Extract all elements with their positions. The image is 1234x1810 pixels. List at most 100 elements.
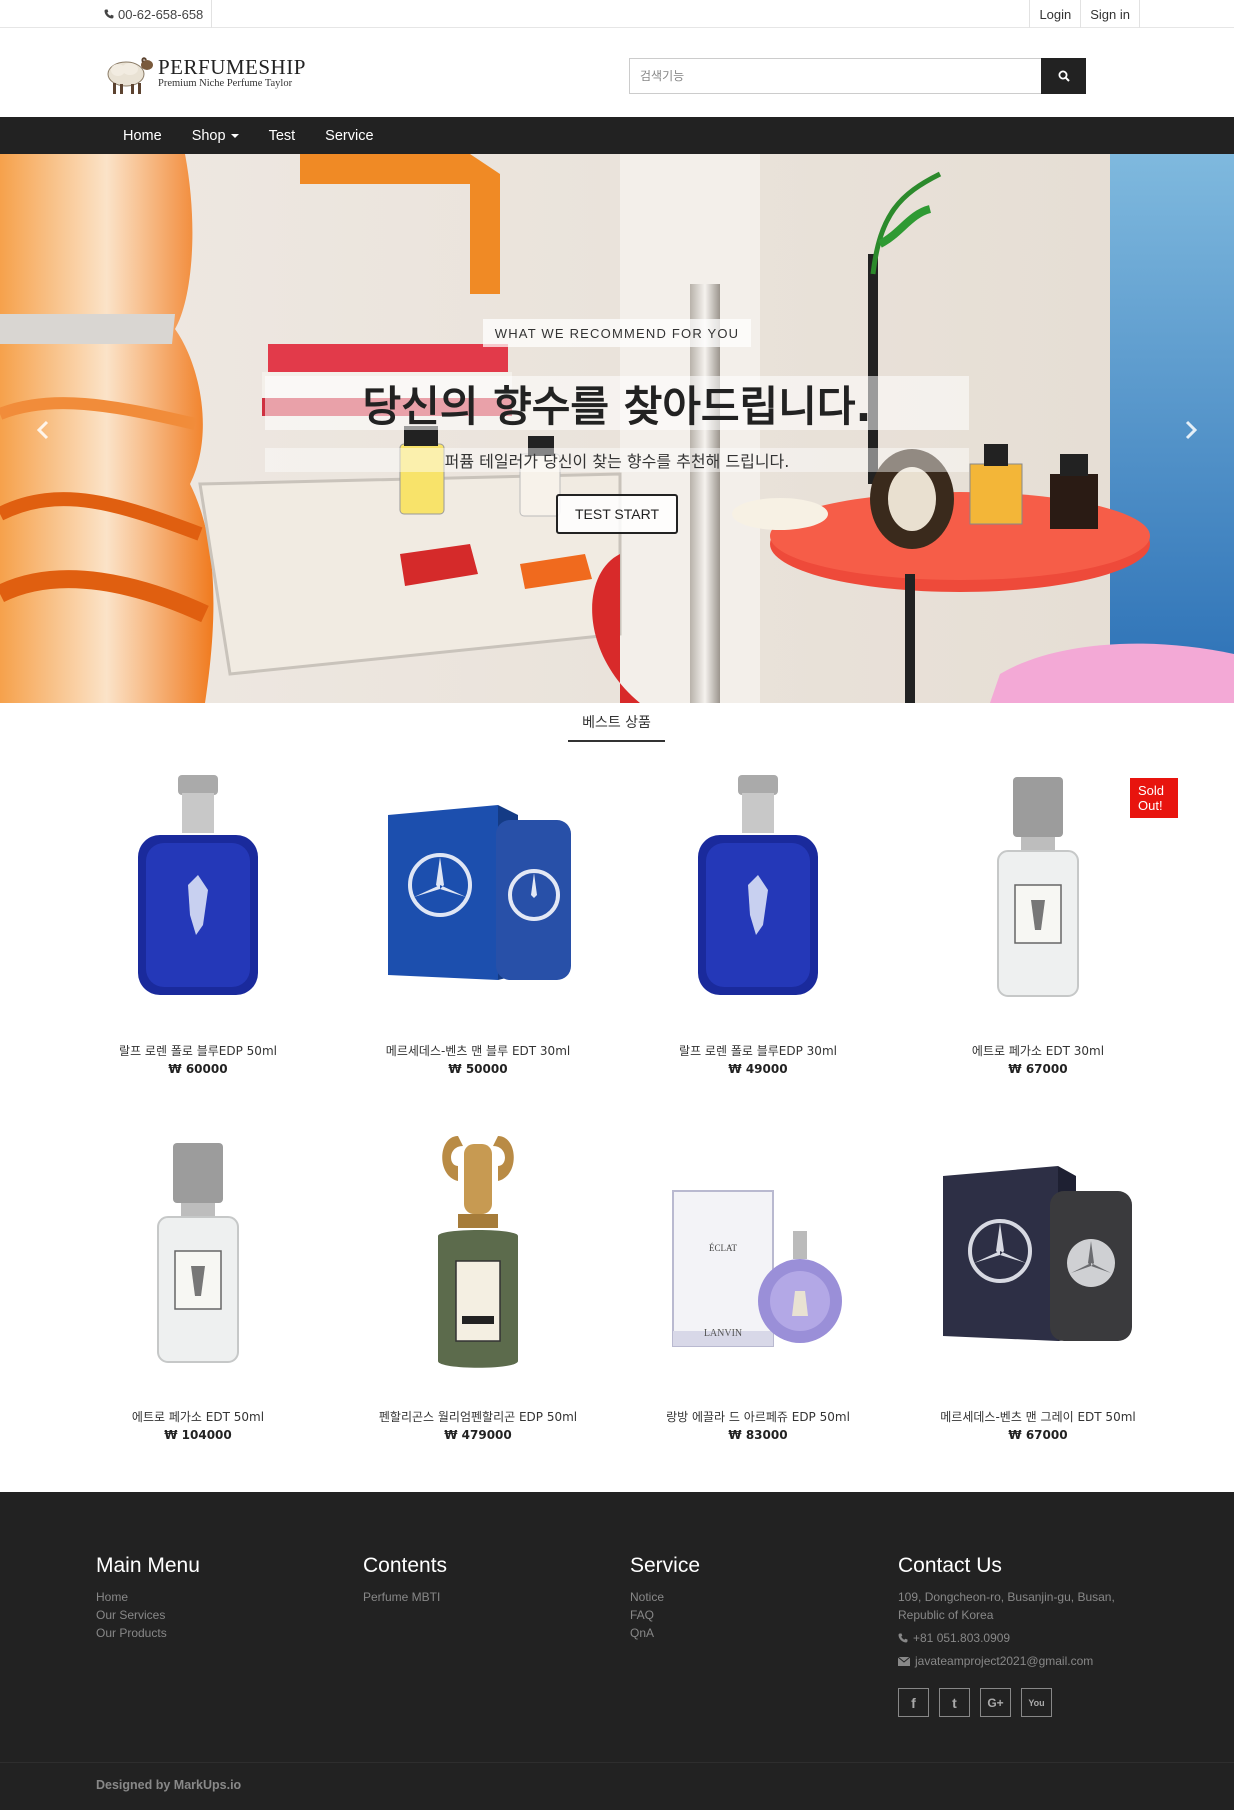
product-price: ₩ 50000 [448, 1062, 508, 1076]
polo-blue-bottle-icon [138, 775, 258, 995]
google-plus-icon[interactable]: G+ [980, 1688, 1011, 1717]
nav-service[interactable]: Service [310, 117, 388, 154]
product-price: ₩ 49000 [728, 1062, 788, 1076]
etro-pegaso-bottle-icon [997, 777, 1079, 997]
hero-eyebrow: WHAT WE RECOMMEND FOR YOU [483, 319, 751, 347]
footer-link-products[interactable]: Our Products [96, 1624, 200, 1642]
footer-link-perfume-mbti[interactable]: Perfume MBTI [363, 1588, 447, 1606]
polo-blue-bottle-icon [698, 775, 818, 995]
footer-heading: Contents [363, 1554, 448, 1577]
nav-test[interactable]: Test [254, 117, 311, 154]
product-image[interactable] [98, 1126, 298, 1376]
search-button[interactable] [1041, 58, 1086, 94]
chevron-left-icon[interactable] [32, 418, 56, 442]
footer-link-services[interactable]: Our Services [96, 1606, 200, 1624]
product-card[interactable]: 에트로 페가소 EDT 50ml ₩ 104000 [58, 1126, 338, 1456]
site-footer: Main Menu Home Our Services Our Products… [0, 1492, 1234, 1810]
product-name[interactable]: 메르세데스-벤츠 맨 블루 EDT 30ml [338, 1042, 618, 1059]
footer-contact: Contact Us 109, Dongcheon-ro, Busanjin-g… [898, 1554, 1128, 1717]
product-price: ₩ 67000 [1008, 1062, 1068, 1076]
product-image[interactable]: ÉCLAT LANVIN [658, 1126, 858, 1376]
etro-pegaso-bottle-icon [157, 1143, 239, 1363]
svg-text:ÉCLAT: ÉCLAT [709, 1243, 738, 1253]
footer-divider [0, 1762, 1234, 1763]
product-image[interactable] [938, 760, 1138, 1010]
hero-headline: 당신의 향수를 찾아드립니다. [265, 376, 969, 431]
best-products-title: 베스트 상품 [568, 712, 665, 742]
caret-down-icon [230, 133, 239, 138]
product-card[interactable]: 메르세데스-벤츠 맨 블루 EDT 30ml ₩ 50000 [338, 760, 618, 1090]
search-bar [629, 58, 1086, 94]
footer-service: Service Notice FAQ QnA [630, 1554, 700, 1642]
footer-contents: Contents Perfume MBTI [363, 1554, 447, 1606]
test-start-button[interactable]: TEST START [556, 494, 678, 534]
search-input[interactable] [629, 58, 1041, 94]
social-links: f t G+ You [898, 1688, 1128, 1717]
facebook-icon[interactable]: f [898, 1688, 929, 1717]
mercedes-grey-box-icon [943, 1166, 1132, 1341]
sold-out-badge: Sold Out! [1130, 778, 1178, 818]
product-name[interactable]: 랑방 에끌라 드 아르페쥬 EDP 50ml [618, 1408, 898, 1425]
product-name[interactable]: 랄프 로렌 폴로 블루EDP 30ml [618, 1042, 898, 1059]
product-name[interactable]: 펜할리곤스 월리엄펜할리곤 EDP 50ml [338, 1408, 618, 1425]
phone-icon [104, 9, 114, 19]
chevron-right-icon[interactable] [1178, 418, 1202, 442]
phone-number: 00-62-658-658 [118, 6, 204, 22]
twitter-icon[interactable]: t [939, 1688, 970, 1717]
phone-contact: 00-62-658-658 [104, 0, 213, 28]
top-bar: 00-62-658-658 Login Sign in [0, 0, 1234, 28]
product-name[interactable]: 랄프 로렌 폴로 블루EDP 50ml [58, 1042, 338, 1059]
product-image[interactable] [658, 760, 858, 1010]
product-card[interactable]: 메르세데스-벤츠 맨 그레이 EDT 50ml ₩ 67000 [898, 1126, 1178, 1456]
product-price: ₩ 479000 [444, 1428, 512, 1442]
product-image[interactable] [938, 1126, 1138, 1376]
product-name[interactable]: 메르세데스-벤츠 맨 그레이 EDT 50ml [898, 1408, 1178, 1425]
footer-email[interactable]: javateamproject2021@gmail.com [915, 1652, 1093, 1670]
product-price: ₩ 83000 [728, 1428, 788, 1442]
footer-link-faq[interactable]: FAQ [630, 1606, 700, 1624]
product-card[interactable]: ÉCLAT LANVIN 랑방 에끌라 드 아르페쥬 EDP 50ml ₩ 83… [618, 1126, 898, 1456]
site-header: PERFUMESHIP Premium Niche Perfume Taylor [0, 28, 1234, 117]
footer-heading: Main Menu [96, 1554, 200, 1577]
lanvin-eclat-bottle-icon: ÉCLAT LANVIN [672, 1190, 842, 1347]
main-nav: Home Shop Test Service [0, 117, 1234, 154]
auth-links: Login Sign in [1029, 0, 1140, 28]
product-card[interactable]: 펜할리곤스 월리엄펜할리곤 EDP 50ml ₩ 479000 [338, 1126, 618, 1456]
product-card[interactable]: 랄프 로렌 폴로 블루EDP 50ml ₩ 60000 [58, 760, 338, 1090]
footer-credit: Designed by MarkUps.io [96, 1778, 242, 1792]
footer-phone: +81 051.803.0909 [913, 1631, 1011, 1645]
footer-link-notice[interactable]: Notice [630, 1588, 700, 1606]
product-price: ₩ 67000 [1008, 1428, 1068, 1442]
login-link[interactable]: Login [1029, 0, 1080, 28]
search-icon [1058, 70, 1070, 82]
product-image[interactable] [378, 760, 578, 1010]
footer-main-menu: Main Menu Home Our Services Our Products [96, 1554, 200, 1642]
product-name[interactable]: 에트로 페가소 EDT 50ml [58, 1408, 338, 1425]
envelope-icon [898, 1656, 910, 1666]
product-card[interactable]: Sold Out! 에트로 페가소 EDT 30ml ₩ 67000 [898, 760, 1178, 1090]
product-image[interactable] [98, 760, 298, 1010]
nav-home[interactable]: Home [108, 117, 177, 154]
sheep-logo-icon [107, 57, 153, 94]
product-price: ₩ 60000 [168, 1062, 228, 1076]
product-image[interactable] [378, 1126, 578, 1376]
nav-shop[interactable]: Shop [177, 117, 254, 154]
footer-link-qna[interactable]: QnA [630, 1624, 700, 1642]
mercedes-blue-box-icon [388, 805, 571, 980]
youtube-icon[interactable]: You [1021, 1688, 1052, 1717]
nav-shop-label: Shop [191, 127, 226, 144]
hero-subheadline: 퍼퓸 테일러가 당신이 찾는 향수를 추천해 드립니다. [265, 448, 969, 472]
product-price: ₩ 104000 [164, 1428, 232, 1442]
footer-address: 109, Dongcheon-ro, Busanjin-gu, Busan, R… [898, 1590, 1115, 1622]
product-name[interactable]: 에트로 페가소 EDT 30ml [898, 1042, 1178, 1059]
footer-heading: Contact Us [898, 1554, 1002, 1577]
site-logo[interactable]: PERFUMESHIP Premium Niche Perfume Taylor [100, 50, 306, 96]
penhaligons-ram-bottle-icon [438, 1136, 518, 1368]
phone-icon [898, 1633, 908, 1643]
hero-carousel: WHAT WE RECOMMEND FOR YOU 당신의 향수를 찾아드립니다… [0, 154, 1234, 703]
product-card[interactable]: 랄프 로렌 폴로 블루EDP 30ml ₩ 49000 [618, 760, 898, 1090]
signin-link[interactable]: Sign in [1080, 0, 1140, 28]
footer-heading: Service [630, 1554, 701, 1577]
brand-tagline: Premium Niche Perfume Taylor [158, 77, 293, 89]
footer-link-home[interactable]: Home [96, 1588, 200, 1606]
